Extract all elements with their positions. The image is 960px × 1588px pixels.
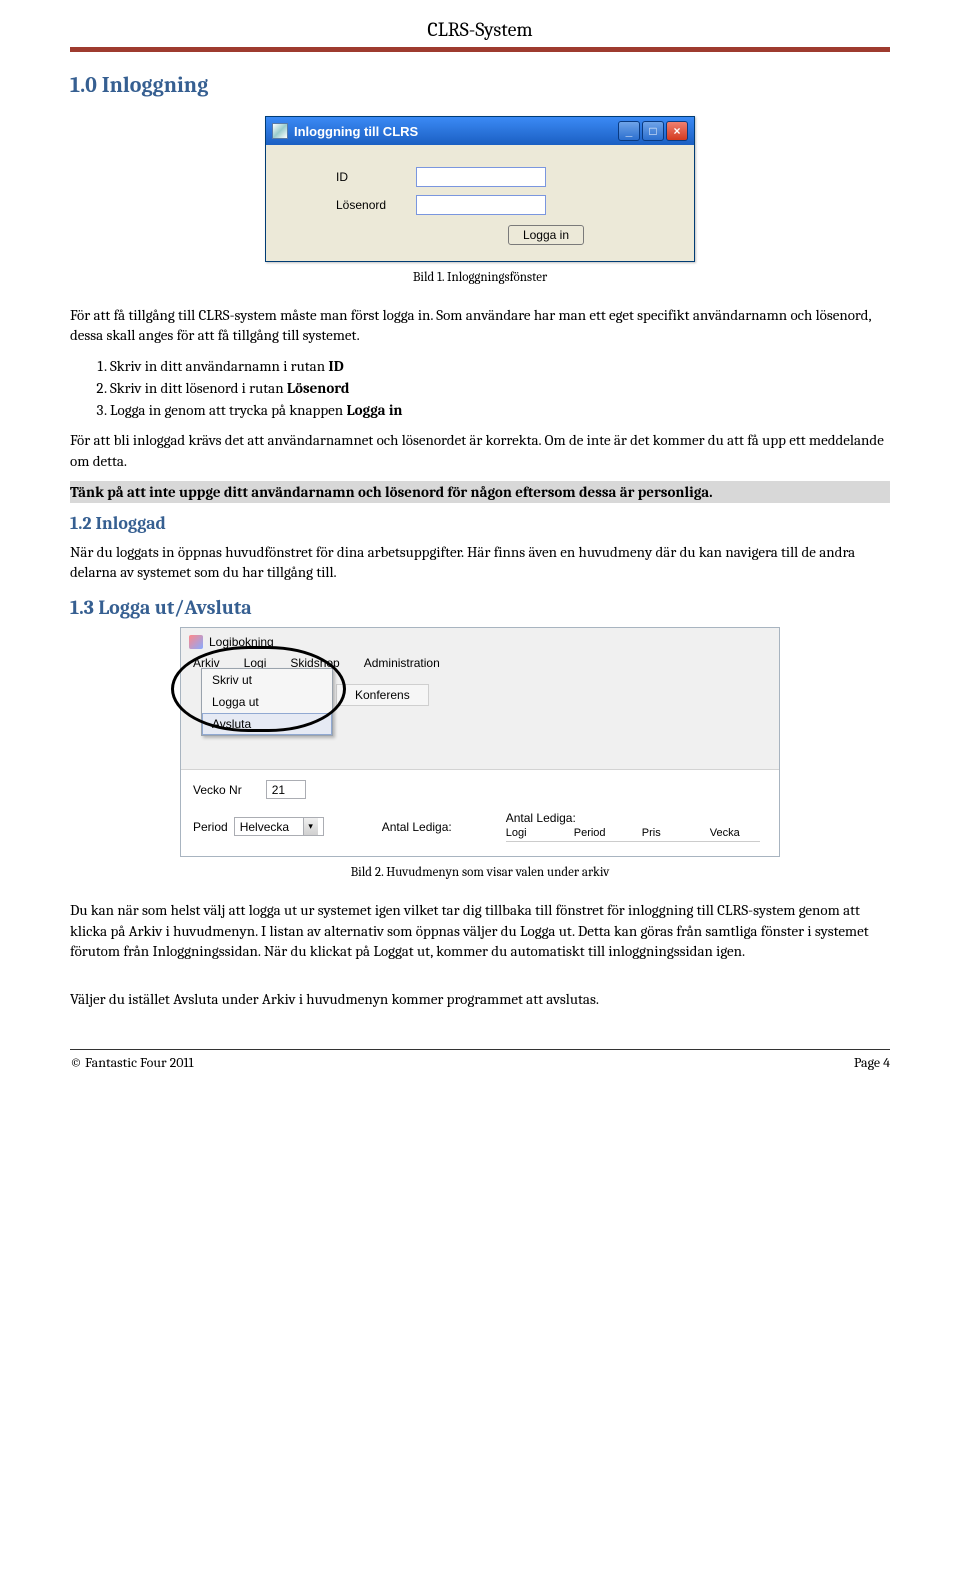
- app-icon: [272, 123, 288, 139]
- period-dropdown[interactable]: Helvecka ▾: [234, 817, 324, 836]
- footer-left: © Fantastic Four 2011: [70, 1054, 194, 1071]
- col-pris: Pris: [642, 827, 692, 839]
- password-input[interactable]: [416, 195, 546, 215]
- close-button[interactable]: ×: [666, 121, 688, 141]
- menu-window-title: Logibokning: [209, 635, 274, 649]
- dropdown-avsluta[interactable]: Avsluta: [202, 713, 332, 735]
- step-3: Logga in genom att trycka på knappen Log…: [110, 400, 890, 420]
- maximize-button[interactable]: □: [642, 121, 664, 141]
- submenu-konferens[interactable]: Konferens: [336, 684, 429, 706]
- header-rule: [70, 47, 890, 52]
- titlebar: Inloggning till CLRS _ □ ×: [266, 117, 694, 145]
- app-small-icon: [189, 635, 203, 649]
- col-period: Period: [574, 827, 624, 839]
- menu-administration[interactable]: Administration: [352, 652, 452, 674]
- arkiv-dropdown: Skriv ut Logga ut Avsluta: [201, 668, 333, 736]
- col-logi: Logi: [506, 827, 556, 839]
- heading-1-2: 1.2 Inloggad: [70, 513, 890, 534]
- section12-para: När du loggats in öppnas huvudfönstret f…: [70, 542, 890, 583]
- chevron-down-icon[interactable]: ▾: [303, 818, 318, 835]
- step-1: Skriv in ditt användarnamn i rutan ID: [110, 356, 890, 376]
- id-input[interactable]: [416, 167, 546, 187]
- figure-1-caption: Bild 1. Inloggningsfönster: [70, 270, 890, 285]
- step-2: Skriv in ditt lösenord i rutan Lösenord: [110, 378, 890, 398]
- section13-para1: Du kan när som helst välj att logga ut u…: [70, 900, 890, 961]
- highlight-warning: Tänk på att inte uppge ditt användarnamn…: [70, 481, 890, 503]
- heading-1-0: 1.0 Inloggning: [70, 72, 890, 98]
- dropdown-logga-ut[interactable]: Logga ut: [202, 691, 332, 713]
- page-header-title: CLRS-System: [70, 0, 890, 47]
- vecko-label: Vecko Nr: [193, 783, 242, 797]
- label-password: Lösenord: [336, 198, 416, 212]
- menu-screenshot: Logibokning Arkiv Logi Skidshop Administ…: [180, 627, 780, 857]
- heading-1-3: 1.3 Logga ut/Avsluta: [70, 596, 890, 619]
- login-button[interactable]: Logga in: [508, 225, 584, 245]
- section13-para2: Väljer du istället Avsluta under Arkiv i…: [70, 989, 890, 1009]
- section1-para2: För att bli inloggad krävs det att använ…: [70, 430, 890, 471]
- antal-label-1: Antal Lediga:: [382, 820, 452, 834]
- login-window: Inloggning till CLRS _ □ × ID Lösenord L…: [265, 116, 695, 262]
- minimize-button[interactable]: _: [618, 121, 640, 141]
- section1-steps: Skriv in ditt användarnamn i rutan ID Sk…: [110, 356, 890, 421]
- vecko-input[interactable]: [266, 780, 306, 799]
- col-vecka: Vecka: [710, 827, 760, 839]
- period-value: Helvecka: [240, 820, 289, 834]
- label-id: ID: [336, 170, 416, 184]
- figure-2-caption: Bild 2. Huvudmenyn som visar valen under…: [70, 865, 890, 880]
- period-label: Period: [193, 820, 228, 834]
- dropdown-skriv-ut[interactable]: Skriv ut: [202, 669, 332, 691]
- section1-para1: För att få tillgång till CLRS-system mås…: [70, 305, 890, 346]
- footer-right: Page 4: [854, 1054, 890, 1071]
- antal-label-2: Antal Lediga:: [506, 811, 576, 825]
- window-title: Inloggning till CLRS: [294, 124, 418, 139]
- page-footer: © Fantastic Four 2011 Page 4: [70, 1049, 890, 1071]
